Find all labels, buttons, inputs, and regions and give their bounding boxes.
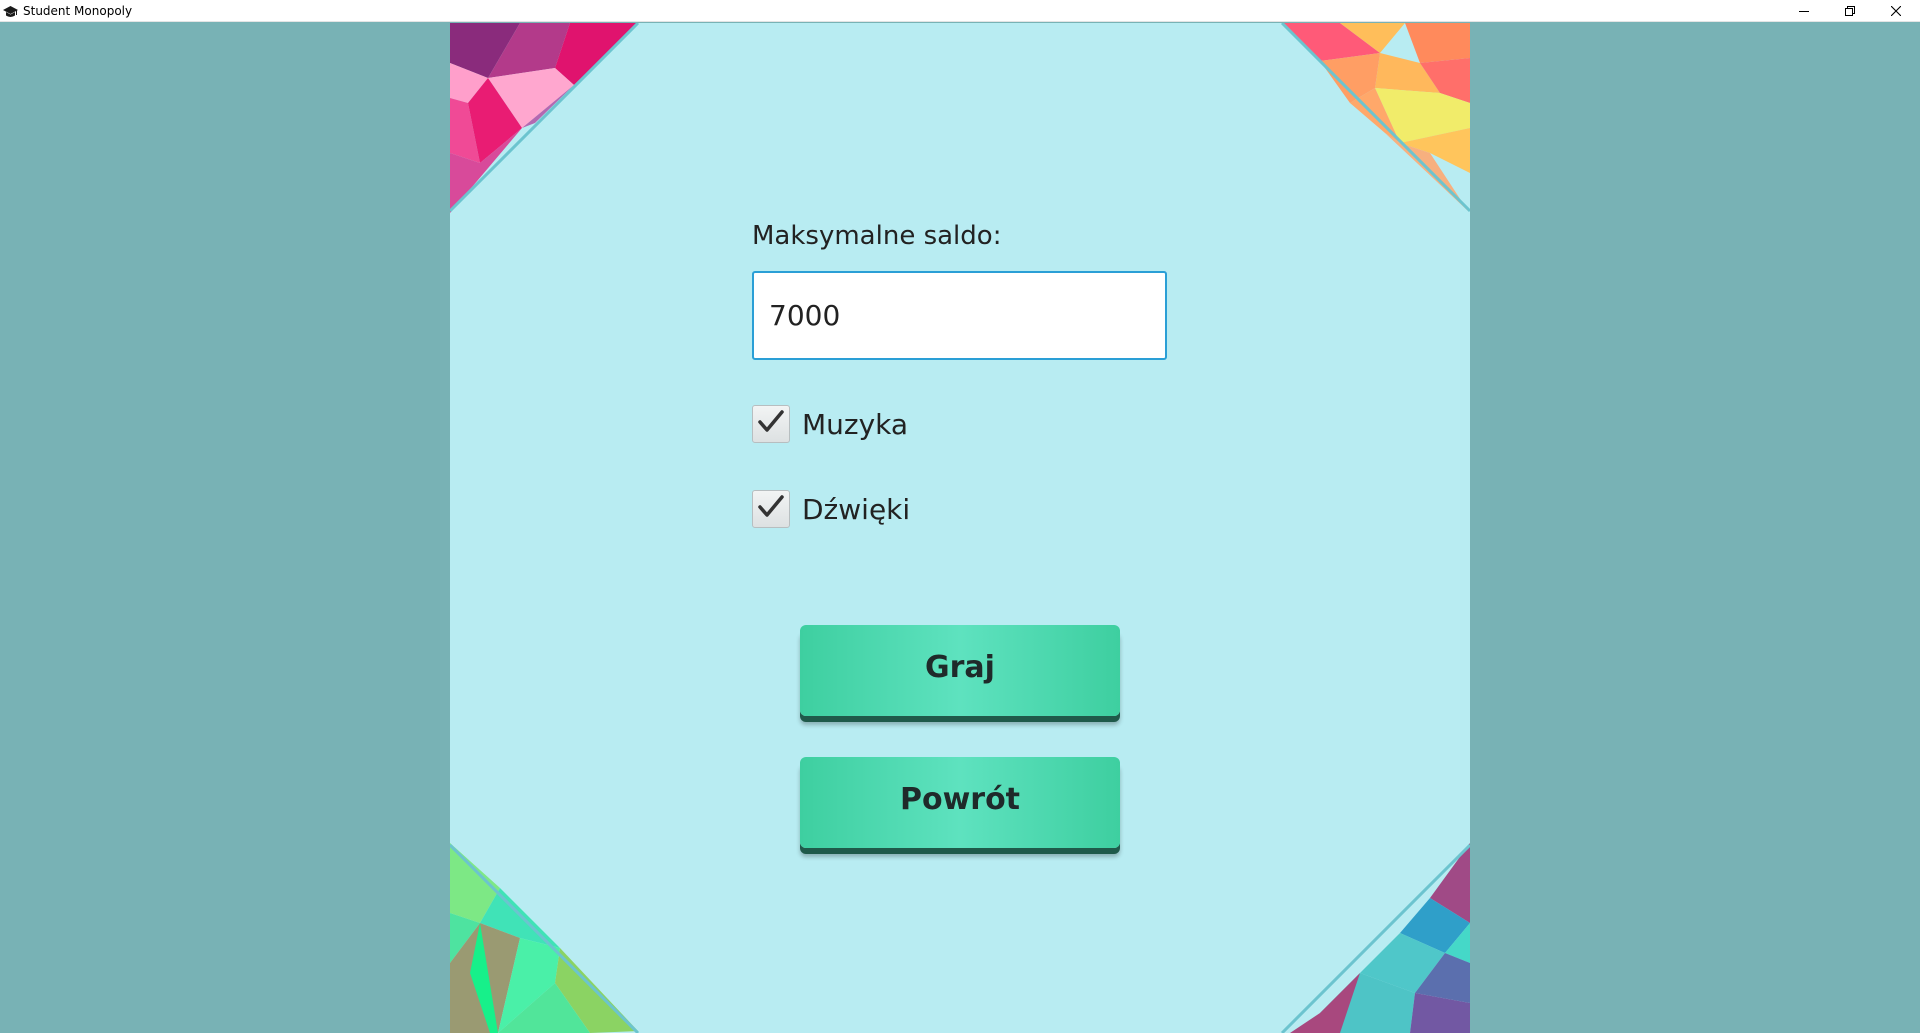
sounds-checkbox[interactable] xyxy=(752,490,790,528)
sounds-label: Dźwięki xyxy=(802,492,911,526)
restore-icon xyxy=(1844,5,1855,16)
title-bar: Student Monopoly xyxy=(0,0,1920,22)
settings-panel: Maksymalne saldo: Muzyka Dźwięki xyxy=(450,23,1470,1033)
window-title: Student Monopoly xyxy=(23,4,133,18)
minimize-icon xyxy=(1798,6,1809,16)
play-button[interactable]: Graj xyxy=(800,625,1120,716)
music-label: Muzyka xyxy=(802,407,909,441)
max-balance-input[interactable] xyxy=(752,271,1167,360)
music-option[interactable]: Muzyka xyxy=(752,405,908,443)
corner-decoration-top-left xyxy=(450,23,640,213)
checkmark-icon xyxy=(757,494,785,524)
graduation-cap-icon xyxy=(3,4,18,18)
corner-decoration-bottom-right xyxy=(1280,843,1470,1033)
checkmark-icon xyxy=(757,409,785,439)
minimize-button[interactable] xyxy=(1781,0,1826,21)
corner-decoration-bottom-left xyxy=(450,843,640,1033)
back-button[interactable]: Powrót xyxy=(800,757,1120,848)
close-button[interactable] xyxy=(1873,0,1918,21)
sounds-option[interactable]: Dźwięki xyxy=(752,490,910,528)
corner-decoration-top-right xyxy=(1280,23,1470,213)
music-checkbox[interactable] xyxy=(752,405,790,443)
app-window: Student Monopoly Maksymalne saldo: 7000 … xyxy=(0,0,1920,1033)
restore-button[interactable] xyxy=(1827,0,1872,21)
close-icon xyxy=(1890,5,1901,16)
max-balance-label: Maksymalne saldo: xyxy=(752,221,1002,251)
